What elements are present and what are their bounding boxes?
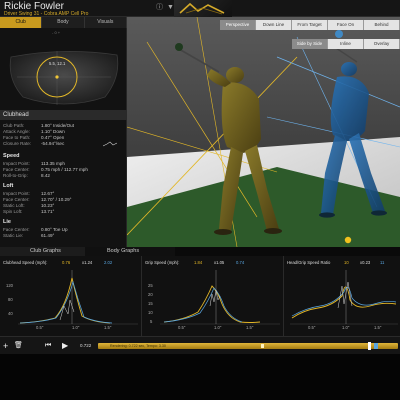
playback-timeline: + 🗑 ⏮ ▶ 0.722 Rendering: 0.722 sec, Temp… [0,336,400,354]
lie-section-title: Lie [3,219,11,225]
compare-marker [374,343,378,349]
skip-back-icon[interactable]: ⏮ [45,340,51,352]
graph-plot [160,270,280,325]
current-time: 0.722 [80,343,92,348]
left-panel: Club Body Visuals - 0 + 5.5, 12.1 Clubhe… [0,17,127,255]
graph-plot [18,270,138,325]
zoom-control[interactable]: - 0 + [52,30,60,35]
tab-perspective[interactable]: Perspective [220,20,256,30]
timeline-scrubber[interactable]: Rendering: 0.722 sec, Tempo: 3.30 [98,342,398,350]
scrub-status: Rendering: 0.722 sec, Tempo: 3.30 [110,344,166,348]
left-tabs: Club Body Visuals [0,17,127,28]
bottom-bar [0,354,400,400]
tab-inline[interactable]: Inline [328,39,364,49]
app-header: Rickie Fowler Driver Swing 31 - Cobra AM… [0,0,400,17]
dropdown-icon[interactable]: ▼ [167,4,174,11]
play-icon[interactable]: ▶ [62,340,68,352]
impact-label: 5.5, 12.1 [49,61,66,66]
data-row: Roll-to-Grip: 8.42 [3,173,50,178]
brand-logo [174,0,232,17]
event-marker [261,344,264,348]
loft-section-title: Loft [3,183,14,189]
data-row: Closure Rate: -54.94°/sec [3,141,123,147]
clubface-impact-view: 5.5, 12.1 [5,47,123,112]
tab-club-graphs[interactable]: Club Graphs [0,247,85,256]
head-grip-ratio-graph[interactable]: Head/Grip Speed Ratio 10 x0.23 11 0.5" 1… [284,256,400,336]
clubhead-speed-graph[interactable]: Clubhead Speed (mph): 0.76 x1.24 2.02 12… [0,256,142,336]
swing-3d-viewport[interactable]: Perspective Down Line From Target Face O… [127,17,400,255]
info-icon[interactable]: ⓘ [156,4,163,11]
tab-body-graphs[interactable]: Body Graphs [85,247,175,256]
tab-behind[interactable]: Behind [364,20,400,30]
delete-icon[interactable]: 🗑 [14,340,23,352]
graph-tabs: Club Graphs Body Graphs [0,247,400,256]
impact-point-marker [55,75,59,79]
tab-visuals[interactable]: Visuals [84,17,127,28]
add-icon[interactable]: + [3,340,8,352]
tab-from-target[interactable]: From Target [292,20,328,30]
tab-overlay[interactable]: Overlay [364,39,400,49]
tab-body[interactable]: Body [42,17,85,28]
golf-ball [344,236,352,244]
tab-club[interactable]: Club [0,17,43,28]
view-angle-tabs: Perspective Down Line From Target Face O… [220,20,400,30]
data-row: Spin Loft: 13.71° [3,209,55,214]
tab-face-on[interactable]: Face On [328,20,364,30]
data-row: Static Lie: 61.49° [3,233,55,238]
closure-rate-sparkline [103,141,117,147]
tab-down-line[interactable]: Down Line [256,20,292,30]
grip-speed-graph[interactable]: Grip Speed (mph): 1.84 x1.05 0.74 25 20 … [142,256,284,336]
playhead-handle[interactable] [368,342,371,350]
graph-plot [290,270,398,325]
clubhead-header: Clubhead [0,110,127,120]
speed-section-title: Speed [3,153,20,159]
tab-side-by-side[interactable]: Side by Side [292,39,328,49]
compare-mode-tabs: Side by Side Inline Overlay [292,39,400,49]
